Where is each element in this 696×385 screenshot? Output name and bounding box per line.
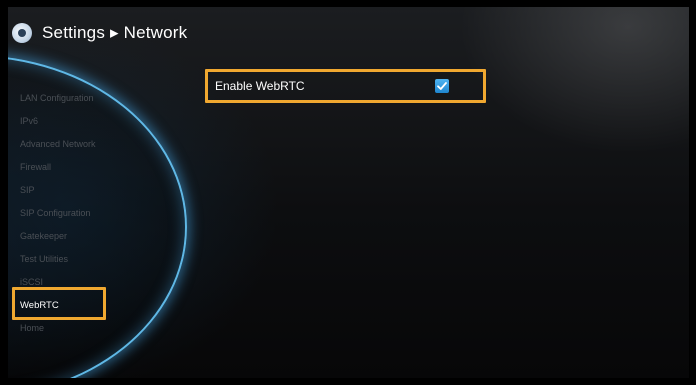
selected-item-highlight	[12, 287, 106, 320]
sidebar-item-gatekeeper[interactable]: Gatekeeper	[18, 225, 168, 248]
checkmark-icon	[437, 82, 447, 90]
sidebar-item-advanced-network[interactable]: Advanced Network	[18, 133, 168, 156]
sidebar-item-home[interactable]: Home	[18, 317, 168, 340]
header: Settings ▸ Network	[12, 18, 187, 48]
enable-webrtc-checkbox[interactable]	[435, 79, 449, 93]
sidebar-item-firewall[interactable]: Firewall	[18, 156, 168, 179]
page-title: Settings ▸ Network	[42, 23, 188, 42]
sidebar-item-ipv6[interactable]: IPv6	[18, 110, 168, 133]
sidebar-item-sip[interactable]: SIP	[18, 179, 168, 202]
sidebar-item-sip-configuration[interactable]: SIP Configuration	[18, 202, 168, 225]
sidebar-item-test-utilities[interactable]: Test Utilities	[18, 248, 168, 271]
enable-webrtc-row[interactable]: Enable WebRTC	[205, 69, 486, 103]
sidebar-item-lan-configuration[interactable]: LAN Configuration	[18, 87, 168, 110]
settings-gear-icon	[12, 23, 32, 43]
enable-webrtc-label: Enable WebRTC	[215, 79, 305, 93]
settings-screen: Settings ▸ Network LAN Configuration IPv…	[8, 7, 689, 378]
